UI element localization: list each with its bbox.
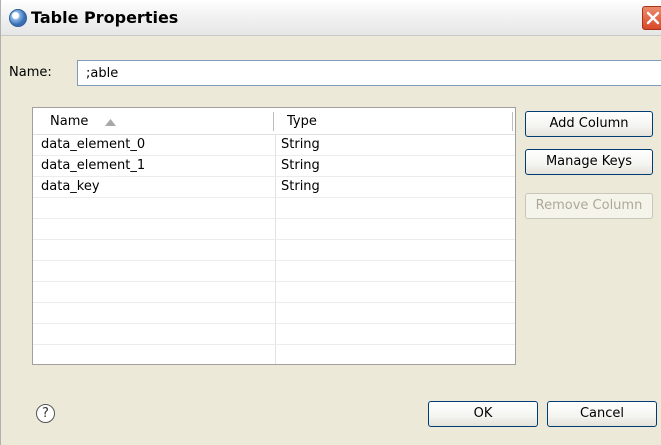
header-divider[interactable] xyxy=(273,112,274,131)
title-bar: Table Properties xyxy=(1,0,661,36)
empty-row xyxy=(33,240,515,261)
app-icon xyxy=(9,9,27,27)
add-column-button[interactable]: Add Column xyxy=(525,111,653,137)
name-input[interactable] xyxy=(77,60,661,86)
name-label: Name: xyxy=(9,65,52,80)
empty-row xyxy=(33,198,515,219)
table-row[interactable]: data_element_1 String xyxy=(33,156,515,177)
empty-row xyxy=(33,282,515,303)
table-row[interactable]: data_element_0 String xyxy=(33,135,515,156)
empty-row xyxy=(33,303,515,324)
header-type[interactable]: Type xyxy=(287,114,317,129)
columns-table[interactable]: Name Type data_element_0 String data_ele… xyxy=(32,107,516,365)
table-body: data_element_0 String data_element_1 Str… xyxy=(33,135,515,366)
empty-row xyxy=(33,219,515,240)
empty-row xyxy=(33,261,515,282)
cancel-button[interactable]: Cancel xyxy=(547,401,657,427)
sort-ascending-icon xyxy=(105,119,116,126)
empty-row xyxy=(33,324,515,345)
close-icon xyxy=(646,11,660,25)
empty-row xyxy=(33,345,515,366)
cell-name: data_element_0 xyxy=(41,137,146,152)
cell-type: String xyxy=(281,158,320,173)
table-properties-dialog: Table Properties Name: Name Type data_el… xyxy=(0,0,661,445)
ok-button[interactable]: OK xyxy=(428,401,538,427)
cell-name: data_element_1 xyxy=(41,158,146,173)
table-row[interactable]: data_key String xyxy=(33,177,515,198)
cell-type: String xyxy=(281,137,320,152)
header-divider[interactable] xyxy=(512,112,513,131)
header-name[interactable]: Name xyxy=(50,114,88,129)
table-header: Name Type xyxy=(33,108,515,135)
manage-keys-button[interactable]: Manage Keys xyxy=(525,149,653,175)
cell-name: data_key xyxy=(41,179,100,194)
close-button[interactable] xyxy=(642,6,661,30)
help-icon[interactable]: ? xyxy=(36,404,55,423)
window-title: Table Properties xyxy=(31,8,179,27)
cell-type: String xyxy=(281,179,320,194)
remove-column-button: Remove Column xyxy=(525,193,653,219)
